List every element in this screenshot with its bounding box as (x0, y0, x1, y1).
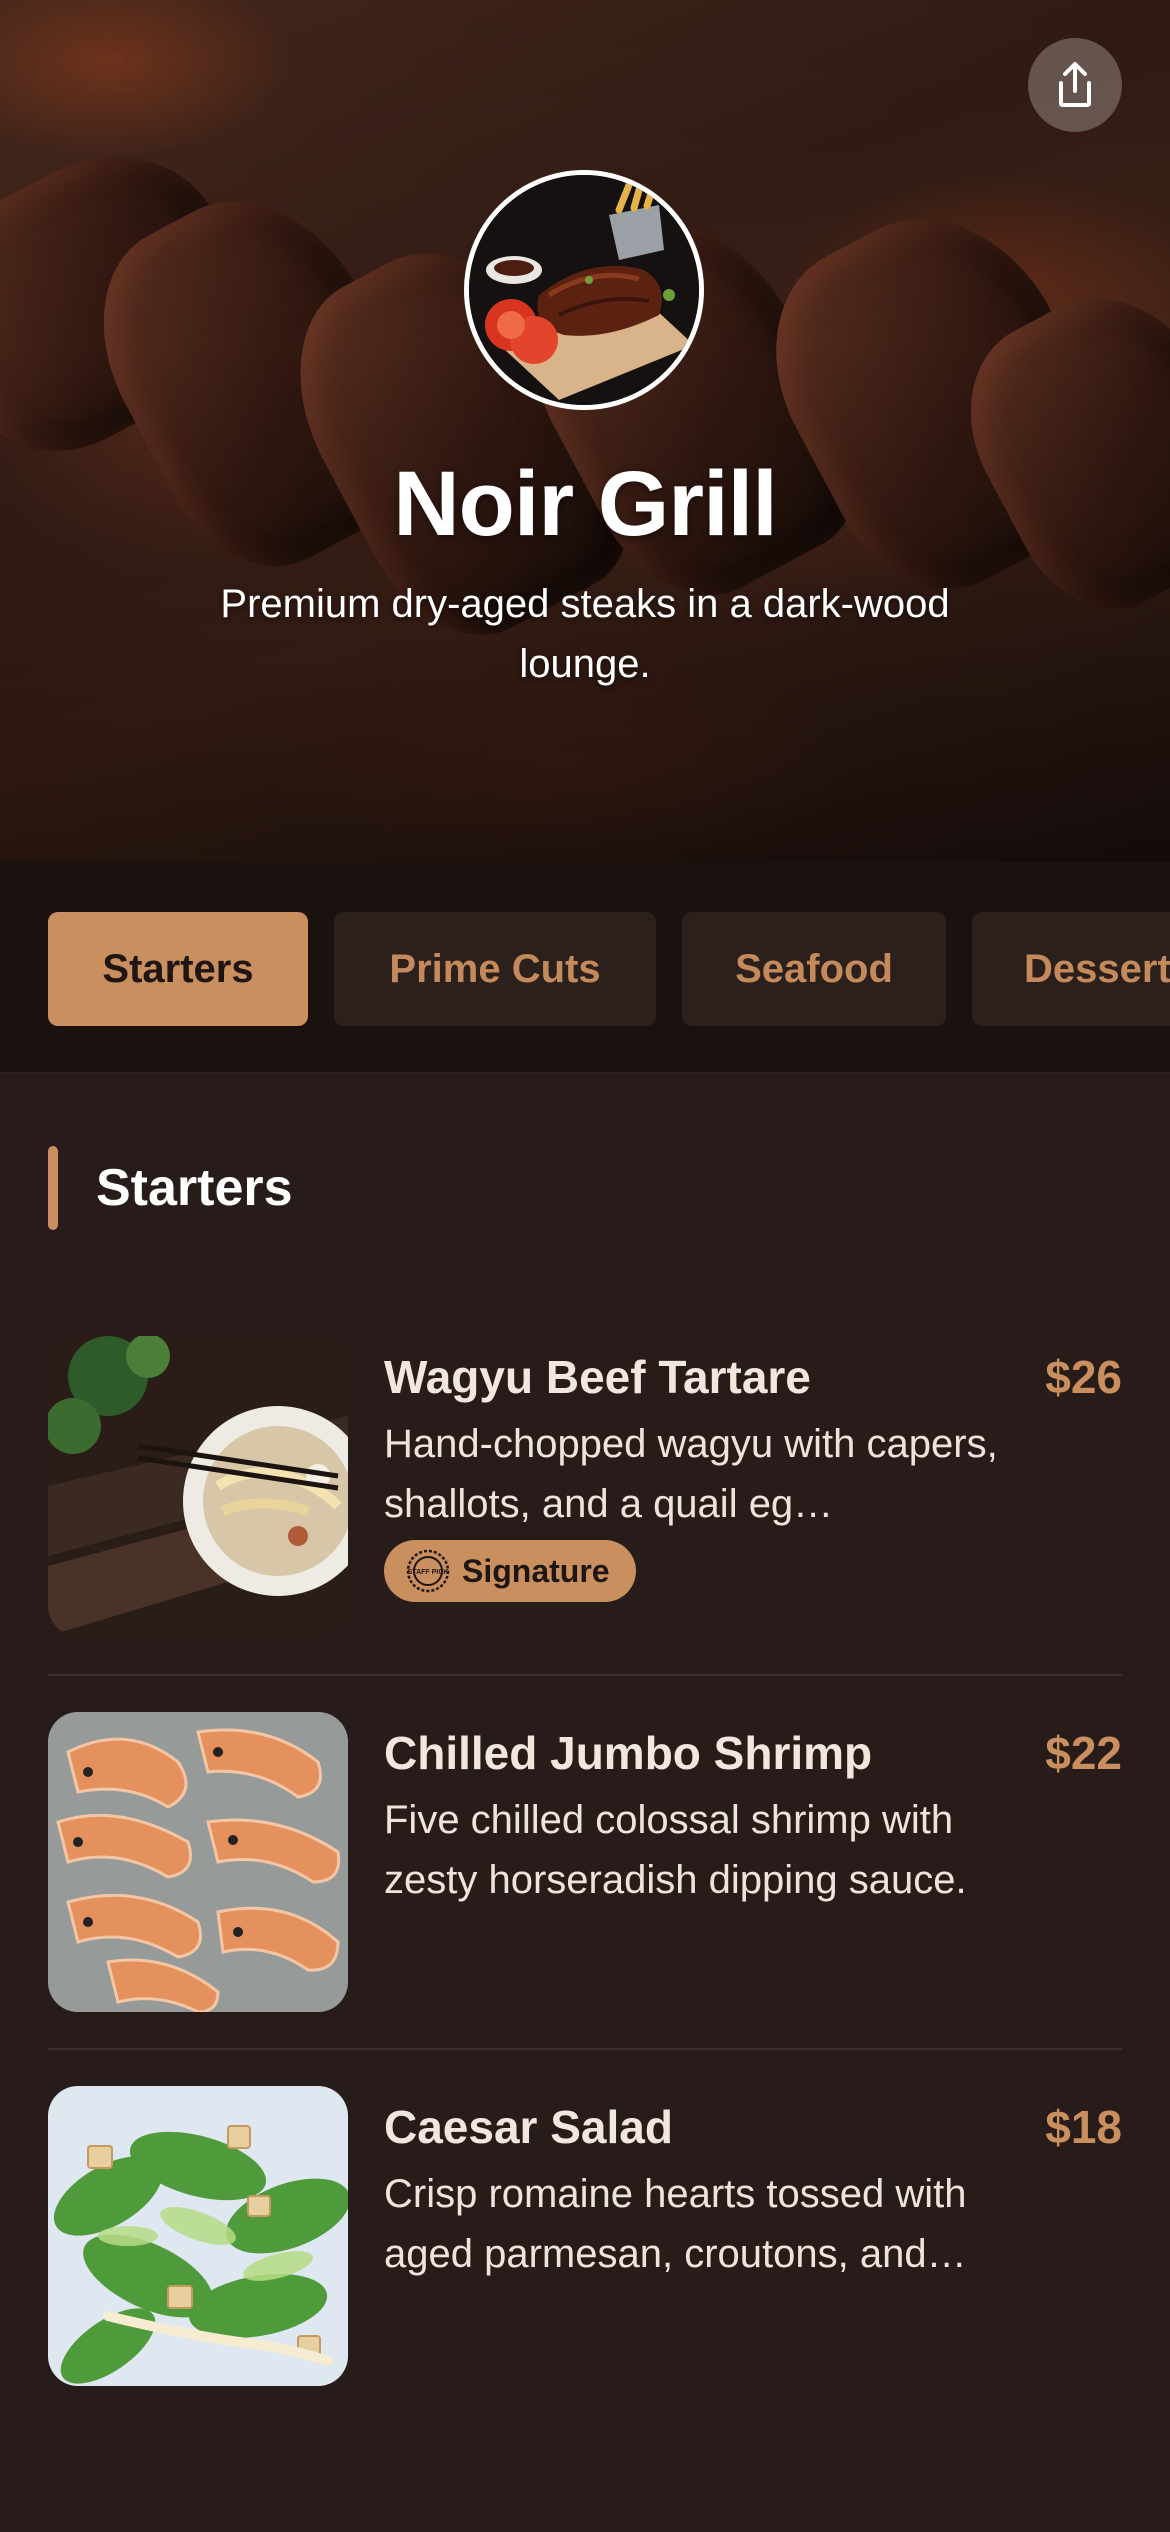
section-title: Starters (96, 1159, 293, 1217)
badge-label: Signature (462, 1552, 610, 1589)
restaurant-tagline: Premium dry-aged steaks in a dark-wood l… (220, 582, 950, 686)
menu-item-description: Crisp romaine hearts tossed with aged pa… (384, 2172, 967, 2276)
menu-item-title: Chilled Jumbo Shrimp (384, 1727, 873, 1779)
section-header: Starters (48, 1146, 293, 1230)
signature-badge: STAFF PICK Signature (384, 1540, 636, 1602)
menu-item-price: $26 (1045, 1351, 1122, 1403)
menu-item-title: Wagyu Beef Tartare (384, 1351, 811, 1403)
menu-item-photo (48, 1712, 348, 2012)
section-accent-bar (48, 1146, 58, 1230)
restaurant-logo (464, 170, 704, 410)
restaurant-name: Noir Grill (393, 453, 778, 555)
menu-item[interactable]: Chilled Jumbo Shrimp $22 Five chilled co… (48, 1712, 1122, 2014)
tab-starters[interactable]: Starters (48, 912, 308, 1026)
hero-banner: Noir Grill Premium dry-aged steaks in a … (0, 0, 1170, 862)
item-divider (48, 1674, 1122, 1676)
tab-desserts[interactable]: Desserts (972, 912, 1170, 1026)
menu-item[interactable]: Wagyu Beef Tartare $26 Hand-chopped wagy… (48, 1336, 1122, 1638)
staff-pick-seal-icon: STAFF PICK (406, 1549, 450, 1593)
menu-item-photo (48, 2086, 348, 2386)
menu-item-photo (48, 1336, 348, 1636)
category-tab-bar: Starters Prime Cuts Seafood Desserts (0, 862, 1170, 1074)
share-icon (1059, 62, 1091, 107)
tab-seafood[interactable]: Seafood (682, 912, 946, 1026)
share-button[interactable] (1028, 38, 1122, 132)
item-divider (48, 2048, 1122, 2050)
svg-text:STAFF PICK: STAFF PICK (408, 1569, 449, 1576)
menu-item[interactable]: Caesar Salad $18 Crisp romaine hearts to… (48, 2086, 1122, 2388)
menu-item-description: Five chilled colossal shrimp with zesty … (384, 1798, 967, 1902)
menu-item-description: Hand-chopped wagyu with capers, shallots… (384, 1422, 998, 1526)
menu-item-price: $18 (1045, 2101, 1122, 2153)
menu-item-price: $22 (1045, 1727, 1122, 1779)
tab-prime-cuts[interactable]: Prime Cuts (334, 912, 656, 1026)
menu-item-title: Caesar Salad (384, 2101, 673, 2153)
